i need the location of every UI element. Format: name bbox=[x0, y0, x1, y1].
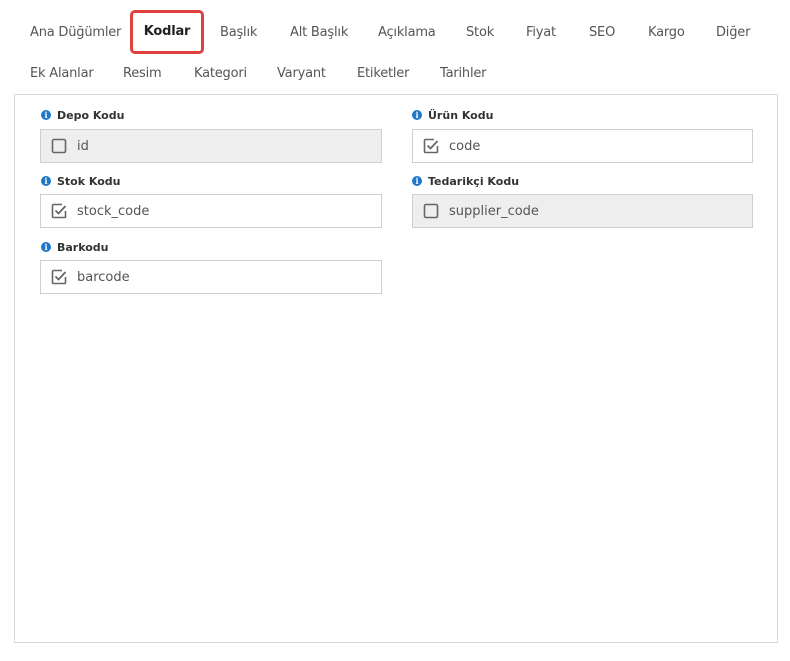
tab-diger[interactable]: Diğer bbox=[716, 15, 750, 51]
stok-kodu-value: stock_code bbox=[77, 203, 150, 219]
stok-kodu-label-text: Stok Kodu bbox=[57, 174, 121, 188]
tab-seo[interactable]: SEO bbox=[589, 15, 615, 51]
barkodu-value: barcode bbox=[77, 269, 130, 285]
checkbox-checked-icon[interactable] bbox=[51, 203, 67, 219]
depo-kodu-label: i Depo Kodu bbox=[41, 107, 124, 123]
info-icon[interactable]: i bbox=[412, 176, 422, 186]
tab-kategori[interactable]: Kategori bbox=[194, 56, 247, 92]
tab-etiketler[interactable]: Etiketler bbox=[357, 56, 409, 92]
info-icon[interactable]: i bbox=[41, 110, 51, 120]
tab-tarihler[interactable]: Tarihler bbox=[440, 56, 487, 92]
info-icon[interactable]: i bbox=[41, 176, 51, 186]
tab-bar-row2: Ek Alanlar Resim Kategori Varyant Etiket… bbox=[0, 56, 790, 92]
checkbox-empty-icon[interactable] bbox=[51, 138, 67, 154]
codes-panel: i Depo Kodu id i Ürün Kodu code i Stok K… bbox=[14, 94, 778, 643]
tedarikci-kodu-field[interactable]: supplier_code bbox=[412, 194, 753, 228]
checkbox-checked-icon[interactable] bbox=[423, 138, 439, 154]
tab-resim[interactable]: Resim bbox=[123, 56, 162, 92]
barkodu-label: i Barkodu bbox=[41, 239, 109, 255]
tab-aciklama[interactable]: Açıklama bbox=[378, 15, 436, 51]
urun-kodu-field[interactable]: code bbox=[412, 129, 753, 163]
checkbox-empty-icon[interactable] bbox=[423, 203, 439, 219]
barkodu-label-text: Barkodu bbox=[57, 240, 109, 254]
barkodu-field[interactable]: barcode bbox=[40, 260, 382, 294]
depo-kodu-field[interactable]: id bbox=[40, 129, 382, 163]
tedarikci-kodu-value: supplier_code bbox=[449, 203, 539, 219]
tedarikci-kodu-label: i Tedarikçi Kodu bbox=[412, 173, 519, 189]
tab-kargo[interactable]: Kargo bbox=[648, 15, 685, 51]
checkbox-checked-icon[interactable] bbox=[51, 269, 67, 285]
urun-kodu-value: code bbox=[449, 138, 481, 154]
urun-kodu-label: i Ürün Kodu bbox=[412, 107, 493, 123]
urun-kodu-label-text: Ürün Kodu bbox=[428, 108, 494, 122]
info-icon[interactable]: i bbox=[412, 110, 422, 120]
tab-ana-dugumler[interactable]: Ana Düğümler bbox=[30, 15, 121, 51]
tab-fiyat[interactable]: Fiyat bbox=[526, 15, 556, 51]
tab-stok[interactable]: Stok bbox=[466, 15, 494, 51]
tedarikci-kodu-label-text: Tedarikçi Kodu bbox=[428, 174, 520, 188]
stok-kodu-label: i Stok Kodu bbox=[41, 173, 120, 189]
tab-bar-row1: Ana Düğümler Kodlar Başlık Alt Başlık Aç… bbox=[0, 10, 790, 54]
info-icon[interactable]: i bbox=[41, 242, 51, 252]
tab-ek-alanlar[interactable]: Ek Alanlar bbox=[30, 56, 94, 92]
depo-kodu-label-text: Depo Kodu bbox=[57, 108, 125, 122]
tab-kodlar[interactable]: Kodlar bbox=[130, 10, 204, 54]
tab-varyant[interactable]: Varyant bbox=[277, 56, 326, 92]
depo-kodu-value: id bbox=[77, 138, 89, 154]
tab-alt-baslik[interactable]: Alt Başlık bbox=[290, 15, 348, 51]
stok-kodu-field[interactable]: stock_code bbox=[40, 194, 382, 228]
tab-baslik[interactable]: Başlık bbox=[220, 15, 257, 51]
